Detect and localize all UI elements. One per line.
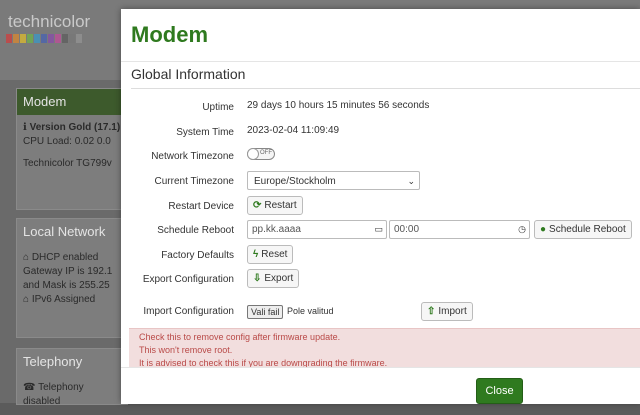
factory-defaults-label: Factory Defaults	[161, 250, 234, 261]
uptime-value: 29 days 10 hours 15 minutes 56 seconds	[247, 100, 430, 111]
logo-bar	[55, 34, 61, 43]
modem-cpu: CPU Load: 0.02 0.0	[23, 136, 111, 147]
current-timezone-label: Current Timezone	[154, 176, 234, 187]
logo-bar	[76, 34, 82, 43]
download-icon: ⇩	[253, 273, 262, 284]
schedule-reboot-button[interactable]: ● Schedule Reboot	[534, 220, 632, 239]
local-network-title: Local Network	[23, 224, 106, 239]
upload-icon: ⇧	[427, 306, 436, 317]
dhcp-status: ⌂ DHCP enabled	[23, 252, 99, 263]
toggle-knob	[247, 148, 259, 160]
telephony-title: Telephony	[23, 354, 83, 369]
close-button[interactable]: Close	[476, 378, 523, 404]
bolt-icon: ϟ	[253, 249, 259, 260]
section-divider	[131, 88, 640, 89]
no-file-chosen-text: Pole valitud	[287, 306, 334, 316]
clock-icon: ●	[540, 224, 547, 235]
telephony-status: ☎ Telephony disabled	[23, 382, 84, 407]
toggle-state-text: OFF	[260, 150, 272, 156]
uptime-label: Uptime	[202, 102, 234, 113]
import-button[interactable]: ⇧ Import	[421, 302, 473, 321]
restart-device-label: Restart Device	[168, 201, 234, 212]
modem-image: Technicolor TG799v	[23, 158, 112, 169]
local-network-card[interactable]: Local Network ⌂ DHCP enabled Gateway IP …	[16, 218, 128, 338]
modal-header: Modem	[121, 9, 640, 62]
modem-card[interactable]: Modem ℹ Version Gold (17.1) CPU Load: 0.…	[16, 88, 128, 210]
gateway-mask: and Mask is 255.25	[23, 280, 110, 291]
logo-bar	[41, 34, 47, 43]
chevron-down-icon: ⌄	[407, 176, 415, 186]
gateway-ip: Gateway IP is 192.1	[23, 266, 113, 277]
timezone-select-value: Europe/Stockholm	[254, 176, 336, 187]
telephony-body: ☎ Telephony disabled	[17, 375, 127, 415]
clock-icon: ◷	[518, 224, 526, 234]
restart-button-label: Restart	[264, 200, 297, 211]
reboot-date-placeholder: pp.kk.aaaa	[252, 224, 301, 235]
modem-card-title: Modem	[17, 89, 127, 115]
modem-version: ℹ Version Gold (17.1)	[23, 122, 121, 133]
section-title: Global Information	[131, 66, 246, 82]
local-network-body: ⌂ DHCP enabled Gateway IP is 192.1 and M…	[17, 245, 127, 313]
import-button-label: Import	[438, 306, 467, 317]
calendar-icon: ▭	[374, 224, 383, 234]
choose-file-button[interactable]: Vali fail	[247, 305, 284, 319]
modem-modal: Modem Global Information Uptime 29 days …	[121, 9, 640, 404]
export-button[interactable]: ⇩ Export	[247, 269, 300, 288]
schedule-reboot-button-label: Schedule Reboot	[549, 224, 626, 235]
export-configuration-label: Export Configuration	[142, 274, 234, 285]
telephony-card[interactable]: Telephony ☎ Telephony disabled	[16, 348, 128, 407]
refresh-icon: ⟳	[253, 200, 262, 211]
logo-bar	[62, 34, 68, 43]
network-timezone-label: Network Timezone	[151, 151, 234, 162]
logo-bar	[20, 34, 26, 43]
restart-button[interactable]: ⟳ Restart	[247, 196, 303, 215]
ipv6-status: ⌂ IPv6 Assigned	[23, 294, 96, 305]
firmware-alert: Check this to remove config after firmwa…	[129, 328, 640, 367]
reset-button-label: Reset	[261, 249, 288, 260]
alert-line-1: Check this to remove config after firmwa…	[139, 332, 341, 342]
network-timezone-toggle[interactable]: OFF	[247, 148, 275, 160]
alert-line-2: This won't remove root.	[139, 345, 233, 355]
alert-line-3: It is advised to check this if you are d…	[139, 358, 388, 367]
logo-bar	[48, 34, 54, 43]
logo: technicolor	[8, 12, 91, 31]
reboot-time-input[interactable]: 00:00 ◷	[389, 220, 530, 239]
logo-color-bars	[6, 34, 82, 43]
logo-bar	[69, 34, 75, 43]
modal-body: Global Information Uptime 29 days 10 hou…	[121, 62, 640, 367]
logo-bar	[27, 34, 33, 43]
schedule-reboot-label: Schedule Reboot	[157, 225, 234, 236]
timezone-select[interactable]: Europe/Stockholm ⌄	[247, 171, 420, 190]
modem-card-body: ℹ Version Gold (17.1) CPU Load: 0.02 0.0…	[17, 115, 127, 177]
reset-button[interactable]: ϟ Reset	[247, 245, 294, 264]
logo-bar	[13, 34, 19, 43]
reboot-date-input[interactable]: pp.kk.aaaa ▭	[247, 220, 387, 239]
export-button-label: Export	[264, 273, 294, 284]
modal-title: Modem	[131, 22, 208, 47]
system-time-label: System Time	[176, 127, 234, 138]
logo-bar	[6, 34, 12, 43]
reboot-time-placeholder: 00:00	[394, 224, 420, 235]
logo-bar	[34, 34, 40, 43]
import-configuration-label: Import Configuration	[143, 306, 234, 317]
modal-footer: Close	[121, 367, 640, 404]
system-time-value: 2023-02-04 11:09:49	[247, 125, 340, 136]
